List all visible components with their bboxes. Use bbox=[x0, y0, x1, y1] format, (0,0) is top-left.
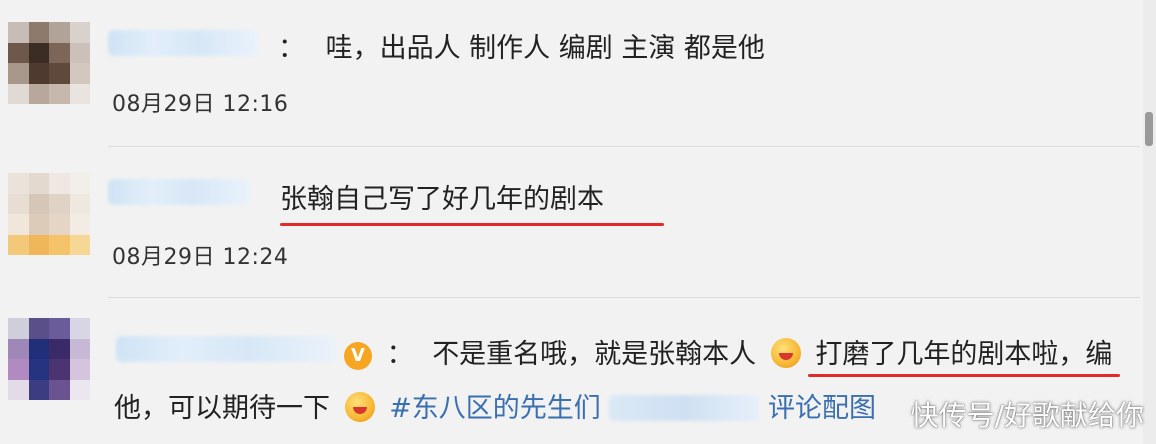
separator: ： bbox=[386, 339, 414, 370]
comment-text-2: 张翰自己写了好几年的剧本 bbox=[280, 184, 604, 215]
timestamp: 08月29日 12:16 bbox=[112, 92, 289, 117]
verified-badge-icon: V bbox=[344, 342, 372, 370]
avatar[interactable] bbox=[8, 318, 90, 400]
comment-text-3-line1: V ： 不是重名哦，就是张翰本人 打磨了几年的剧本啦，编 bbox=[344, 332, 1112, 371]
hashtag-link[interactable]: #东八区的先生们 bbox=[389, 393, 601, 424]
scrollbar-track[interactable] bbox=[1143, 0, 1156, 444]
username-link[interactable] bbox=[108, 30, 258, 56]
comment-2: 张翰自己写了好几年的剧本 08月29日 12:24 bbox=[0, 147, 1140, 295]
comment-body: 哇，出品人 制作人 编剧 主演 都是他 bbox=[325, 33, 765, 64]
username-link[interactable] bbox=[108, 179, 250, 205]
comment-1: ： 哇，出品人 制作人 编剧 主演 都是他 08月29日 12:16 bbox=[0, 0, 1140, 146]
comment-body-line2: 他，可以期待一下 bbox=[114, 393, 330, 424]
scrollbar-thumb[interactable] bbox=[1145, 112, 1153, 146]
hug-emoji-icon bbox=[344, 392, 375, 422]
avatar[interactable] bbox=[8, 22, 90, 104]
timestamp: 08月29日 12:24 bbox=[112, 245, 289, 270]
comment-image-link[interactable]: 评论配图 bbox=[768, 393, 876, 424]
comment-text-3-line2: 他，可以期待一下 #东八区的先生们 评论配图 bbox=[114, 386, 876, 425]
username-link[interactable] bbox=[116, 336, 336, 362]
watermark: 快传号/好歌献给你 bbox=[910, 399, 1144, 432]
comment-body-part1: 不是重名哦，就是张翰本人 bbox=[432, 339, 757, 370]
grin-emoji-icon bbox=[770, 338, 801, 368]
separator: ： bbox=[278, 33, 305, 64]
comment-text-1: ： 哇，出品人 制作人 编剧 主演 都是他 bbox=[278, 26, 765, 65]
comment-body-part2: 打磨了几年的剧本啦，编 bbox=[815, 339, 1113, 370]
avatar[interactable] bbox=[8, 173, 90, 255]
red-underline bbox=[280, 223, 664, 226]
red-underline bbox=[808, 374, 1120, 377]
blurred-text bbox=[609, 395, 760, 421]
